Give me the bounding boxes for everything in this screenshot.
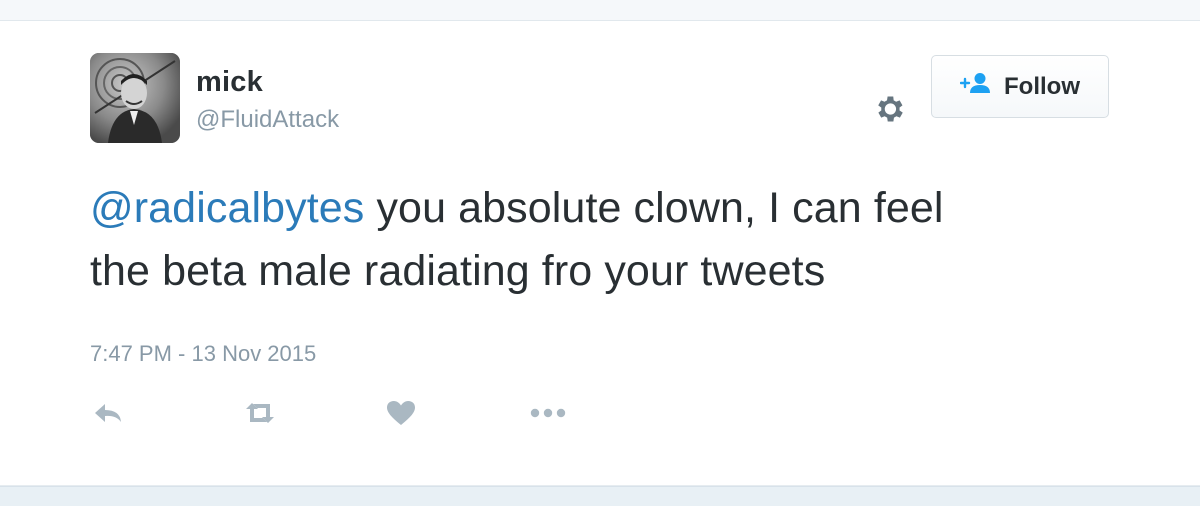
user-name[interactable]: mick: [196, 66, 263, 99]
avatar[interactable]: [90, 53, 180, 143]
reply-icon[interactable]: [88, 395, 128, 431]
tweet-text-line1: you absolute clown, I can feel: [364, 184, 944, 232]
gear-icon-svg: [878, 96, 903, 122]
mention-link[interactable]: @radicalbytes: [90, 184, 364, 232]
tweet-text-line2: the beta male radiating fro your tweets: [90, 247, 826, 295]
like-icon[interactable]: [381, 395, 421, 431]
gear-icon[interactable]: [869, 89, 909, 129]
tweet-timestamp[interactable]: 7:47 PM - 13 Nov 2015: [90, 341, 316, 367]
bottom-strip: [0, 486, 1200, 506]
follow-button[interactable]: Follow: [931, 55, 1109, 118]
retweet-icon[interactable]: [240, 395, 280, 431]
avatar-image: [90, 53, 180, 143]
follow-label: Follow: [1004, 72, 1080, 100]
tweet-text: @radicalbytes you absolute clown, I can …: [90, 177, 1130, 303]
add-user-icon: [959, 71, 992, 102]
more-icon[interactable]: [528, 395, 568, 431]
user-handle[interactable]: @FluidAttack: [196, 106, 339, 134]
top-strip: [0, 0, 1200, 21]
